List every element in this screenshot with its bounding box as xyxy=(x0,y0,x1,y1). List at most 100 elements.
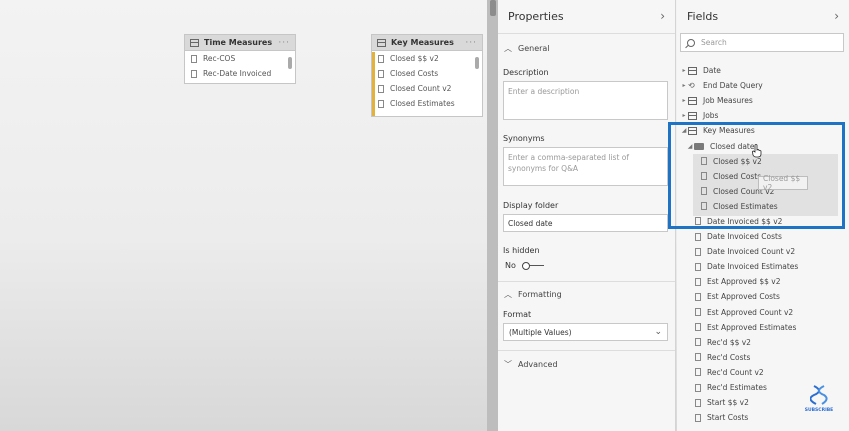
pane-title: Properties xyxy=(508,10,564,23)
caret-right-icon[interactable]: ▸ xyxy=(680,112,688,119)
item-label: Date Invoiced Costs xyxy=(707,232,782,242)
table-title: Key Measures xyxy=(391,38,454,47)
table-icon xyxy=(377,38,386,47)
row-label: Closed Count v2 xyxy=(390,84,452,93)
calculator-icon xyxy=(378,99,384,108)
item-label: Est Approved $$ v2 xyxy=(707,277,781,287)
section-label: Advanced xyxy=(518,360,558,369)
tree-item-measure[interactable]: Date Invoiced Estimates xyxy=(677,259,849,274)
display-folder-field[interactable]: Closed date xyxy=(503,214,668,232)
tree-item-date[interactable]: ▸ Date xyxy=(677,63,849,78)
fields-tree: ▸ Date ▸ ⟲ End Date Query ▸ Job Measures ▸ Jo… xyxy=(677,63,849,425)
item-label: Rec'd $$ v2 xyxy=(707,337,751,347)
fields-search-input[interactable]: Search xyxy=(680,33,844,52)
table-scrollbar[interactable] xyxy=(475,57,479,69)
section-label: General xyxy=(518,44,550,53)
more-options-icon[interactable]: ··· xyxy=(278,38,290,48)
row-label: Closed Costs xyxy=(390,69,439,78)
chevron-right-icon[interactable]: › xyxy=(834,9,839,23)
model-canvas[interactable]: Time Measures ··· Rec-COS Rec-Date Invoi… xyxy=(0,0,487,431)
table-icon xyxy=(688,96,697,105)
tree-item-measure[interactable]: Rec'd Count v2 xyxy=(677,365,849,380)
calculator-icon xyxy=(378,54,384,63)
caret-right-icon[interactable]: ▸ xyxy=(680,67,688,74)
advanced-section-toggle[interactable]: ﹀ Advanced xyxy=(498,350,675,378)
row-label: Closed $$ v2 xyxy=(390,54,439,63)
calculator-icon xyxy=(695,308,701,317)
tree-item-end-date-query[interactable]: ▸ ⟲ End Date Query xyxy=(677,78,849,93)
table-icon xyxy=(190,38,199,47)
calculator-icon xyxy=(695,368,701,377)
item-label: Est Approved Estimates xyxy=(707,322,797,332)
table-icon xyxy=(688,66,697,75)
chevron-down-icon: ⌄ xyxy=(654,327,662,337)
formatting-section-toggle[interactable]: ︿ Formatting xyxy=(498,281,675,307)
chevron-right-icon[interactable]: › xyxy=(660,9,665,23)
row-label: Rec-COS xyxy=(203,54,236,63)
calculator-icon xyxy=(695,323,701,332)
dna-icon xyxy=(809,385,828,405)
is-hidden-toggle-row[interactable]: No xyxy=(505,261,675,270)
tree-item-measure[interactable]: Est Approved $$ v2 xyxy=(677,274,849,289)
description-label: Description xyxy=(503,68,549,77)
table-row[interactable]: Closed Estimates xyxy=(372,96,482,111)
synonyms-field[interactable]: Enter a comma-separated list of synonyms… xyxy=(503,147,668,186)
item-label: Job Measures xyxy=(703,96,753,106)
calculator-icon xyxy=(695,292,701,301)
general-section-toggle[interactable]: ︿ General xyxy=(498,33,675,63)
canvas-scrollbar[interactable] xyxy=(487,0,498,431)
tree-item-measure[interactable]: Est Approved Count v2 xyxy=(677,305,849,320)
table-row[interactable]: Rec-COS xyxy=(185,51,295,66)
calculator-icon xyxy=(695,353,701,362)
item-label: Rec'd Costs xyxy=(707,352,751,362)
table-row[interactable]: Closed Costs xyxy=(372,66,482,81)
item-label: Start Costs xyxy=(707,413,749,423)
row-label: Rec-Date Invoiced xyxy=(203,69,272,78)
subscribe-label: SUBSCRIBE xyxy=(804,408,834,413)
toggle-knob xyxy=(521,261,530,270)
tree-item-measure[interactable]: Est Approved Costs xyxy=(677,289,849,304)
key-measures-table[interactable]: Key Measures ··· Closed $$ v2 Closed Cos… xyxy=(371,34,483,117)
item-label: Est Approved Costs xyxy=(707,292,780,302)
description-field[interactable]: Enter a description xyxy=(503,81,668,120)
tree-item-measure[interactable]: Rec'd $$ v2 xyxy=(677,335,849,350)
is-hidden-label: Is hidden xyxy=(503,246,540,255)
table-title: Time Measures xyxy=(204,38,273,47)
time-measures-table[interactable]: Time Measures ··· Rec-COS Rec-Date Invoi… xyxy=(184,34,296,84)
chevron-up-icon: ︿ xyxy=(504,44,512,53)
calculator-icon xyxy=(695,413,701,422)
item-label: Date xyxy=(703,66,721,76)
table-row[interactable]: Closed Count v2 xyxy=(372,81,482,96)
calculator-icon xyxy=(191,69,197,78)
tree-item-measure[interactable]: Date Invoiced Count v2 xyxy=(677,244,849,259)
is-hidden-value: No xyxy=(505,261,516,270)
table-scrollbar[interactable] xyxy=(288,57,292,69)
table-header[interactable]: Time Measures ··· xyxy=(185,35,295,51)
table-header[interactable]: Key Measures ··· xyxy=(372,35,482,51)
subscribe-badge[interactable]: SUBSCRIBE xyxy=(800,385,838,417)
tree-item-job-measures[interactable]: ▸ Job Measures xyxy=(677,93,849,108)
selection-indicator xyxy=(372,52,375,116)
table-row[interactable]: Rec-Date Invoiced xyxy=(185,66,295,81)
more-options-icon[interactable]: ··· xyxy=(465,38,477,48)
item-label: Date Invoiced Estimates xyxy=(707,262,799,272)
item-label: Jobs xyxy=(703,111,719,121)
calculator-icon xyxy=(191,54,197,63)
format-dropdown[interactable]: (Multiple Values) ⌄ xyxy=(503,323,668,341)
is-hidden-toggle[interactable] xyxy=(521,261,544,270)
calculator-icon xyxy=(695,262,701,271)
display-folder-label: Display folder xyxy=(503,201,559,210)
tree-item-measure[interactable]: Est Approved Estimates xyxy=(677,320,849,335)
tree-item-measure[interactable]: Rec'd Costs xyxy=(677,350,849,365)
calculator-icon xyxy=(378,84,384,93)
caret-right-icon[interactable]: ▸ xyxy=(680,82,688,89)
calculator-icon xyxy=(695,232,701,241)
scrollbar-thumb[interactable] xyxy=(490,0,496,16)
tree-item-measure[interactable]: Date Invoiced Costs xyxy=(677,229,849,244)
item-label: Date Invoiced Count v2 xyxy=(707,247,796,257)
caret-right-icon[interactable]: ▸ xyxy=(680,97,688,104)
synonyms-label: Synonyms xyxy=(503,134,545,143)
table-row[interactable]: Closed $$ v2 xyxy=(372,51,482,66)
highlight-box xyxy=(668,122,845,229)
search-icon xyxy=(687,38,695,47)
